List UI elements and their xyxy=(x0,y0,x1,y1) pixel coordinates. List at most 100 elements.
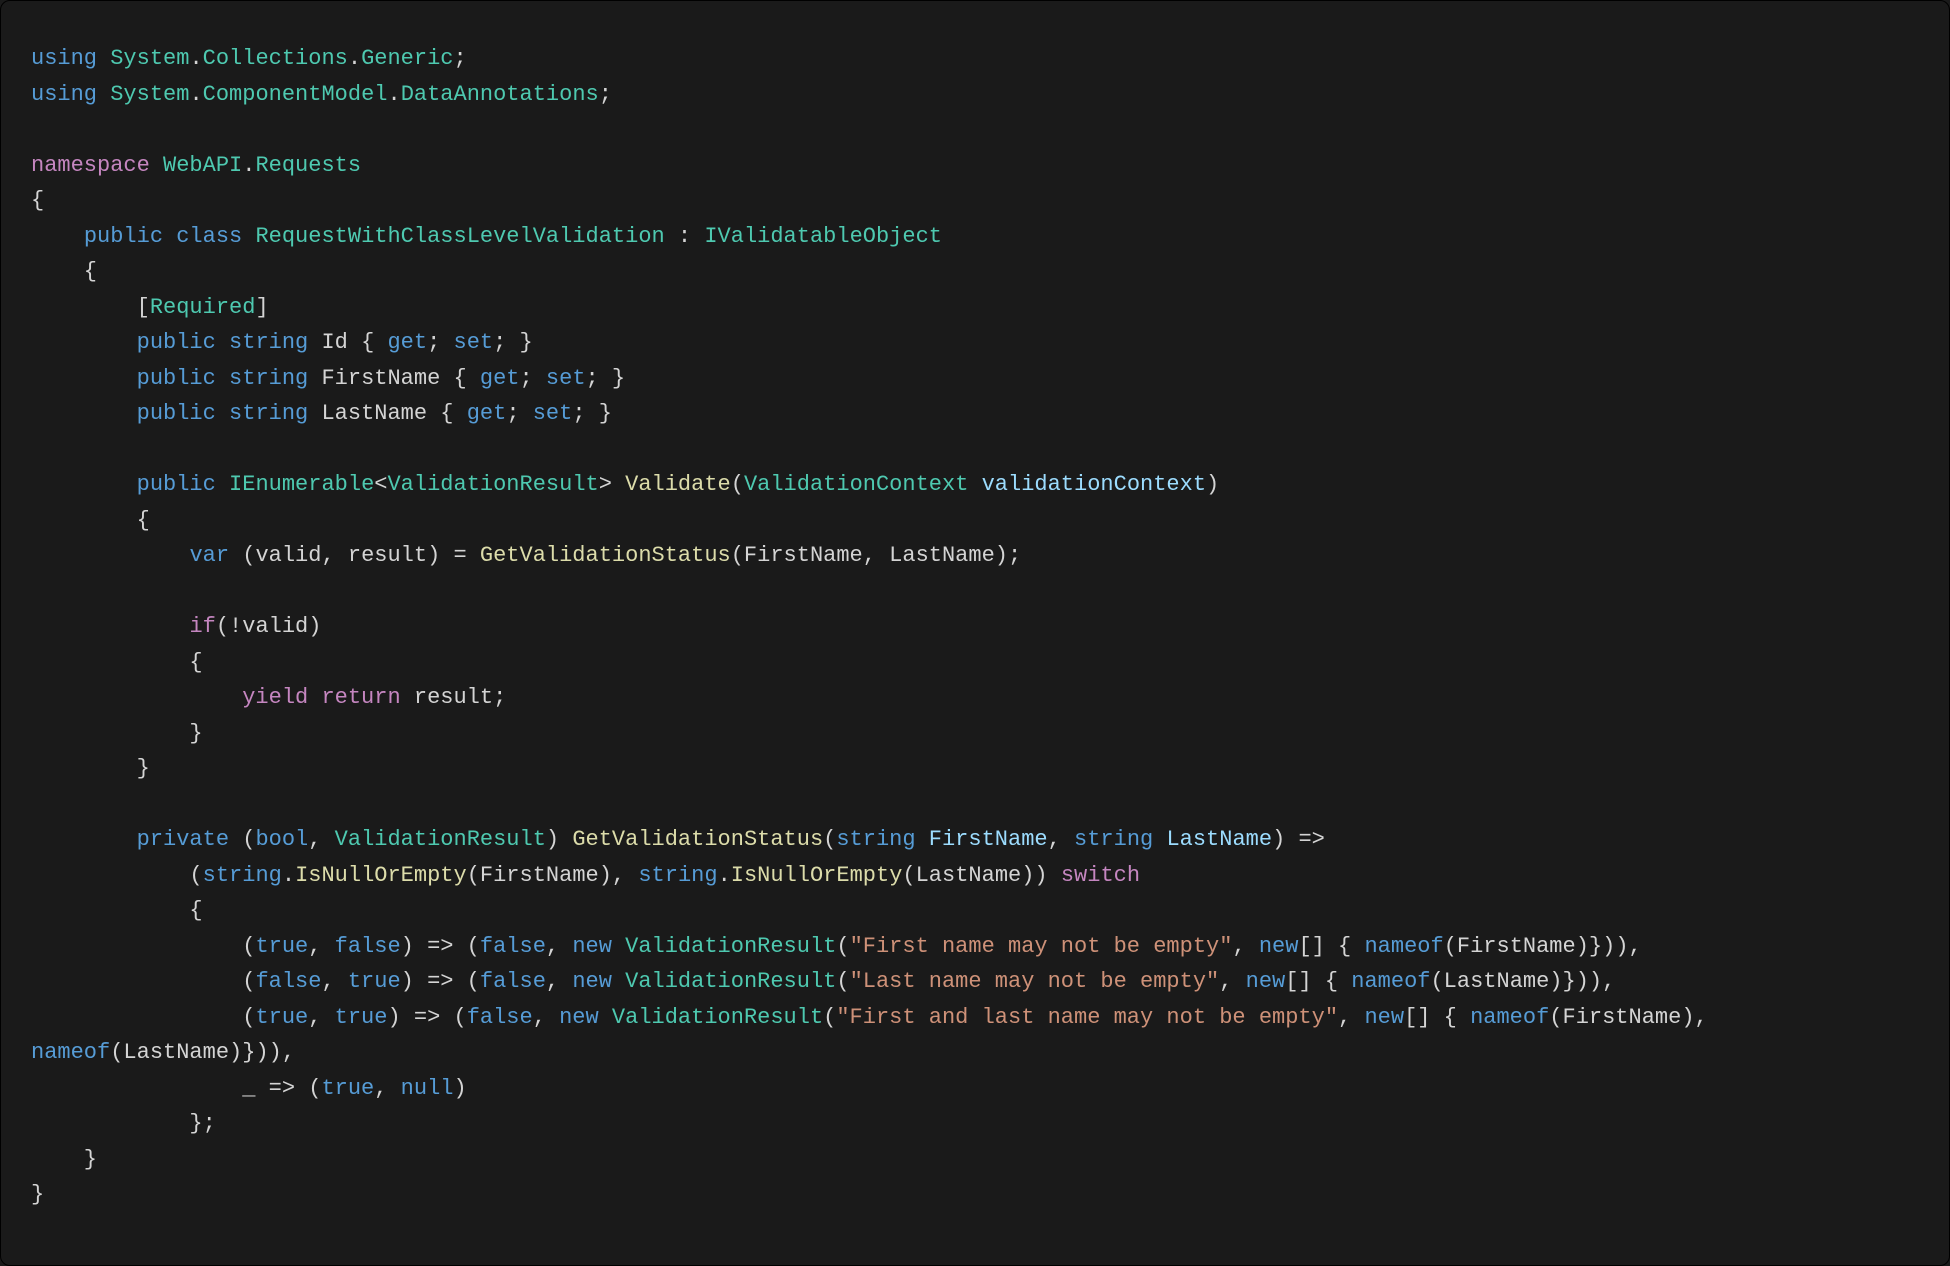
token: ValidationResult xyxy=(625,934,836,959)
token: new xyxy=(559,1005,599,1030)
token xyxy=(31,827,137,852)
token: true xyxy=(321,1076,374,1101)
token: ( xyxy=(31,863,203,888)
token: public xyxy=(84,224,163,249)
token: FirstName xyxy=(929,827,1048,852)
token xyxy=(31,685,242,710)
token: string xyxy=(1074,827,1153,852)
token: } xyxy=(31,1147,97,1172)
token: public xyxy=(137,366,216,391)
token xyxy=(31,330,137,355)
token: true xyxy=(348,969,401,994)
token: . xyxy=(189,46,202,71)
token: { xyxy=(31,188,44,213)
token xyxy=(612,969,625,994)
token: . xyxy=(348,46,361,71)
token: ( xyxy=(823,1005,836,1030)
token: new xyxy=(1259,934,1299,959)
token: , xyxy=(533,1005,559,1030)
token: { xyxy=(427,401,467,426)
token: Id xyxy=(321,330,347,355)
token: } xyxy=(31,756,150,781)
token: false xyxy=(467,1005,533,1030)
token: WebAPI xyxy=(163,153,242,178)
token: [] { xyxy=(1404,1005,1470,1030)
token: { xyxy=(31,508,150,533)
token: string xyxy=(229,401,308,426)
token xyxy=(31,614,189,639)
token: new xyxy=(1246,969,1286,994)
token: true xyxy=(255,934,308,959)
token: (FirstName), xyxy=(467,863,639,888)
token: string xyxy=(229,366,308,391)
token: nameof xyxy=(1364,934,1443,959)
token: (LastName)})), xyxy=(1430,969,1615,994)
token: validationContext xyxy=(982,472,1206,497)
token: } xyxy=(31,1182,44,1207)
token: ) xyxy=(453,1076,466,1101)
token: GetValidationStatus xyxy=(480,543,731,568)
token: yield xyxy=(242,685,308,710)
token: ComponentModel xyxy=(203,82,388,107)
code-panel: using System.Collections.Generic; using … xyxy=(0,0,1950,1266)
token: result; xyxy=(401,685,507,710)
token xyxy=(216,401,229,426)
token: ( xyxy=(31,969,255,994)
token: get xyxy=(467,401,507,426)
token: (FirstName)})), xyxy=(1444,934,1642,959)
token: (FirstName), xyxy=(1549,1005,1721,1030)
token: [] { xyxy=(1285,969,1351,994)
token: . xyxy=(387,82,400,107)
token: , xyxy=(374,1076,400,1101)
token: var xyxy=(189,543,229,568)
token: , xyxy=(308,1005,334,1030)
token: { xyxy=(31,650,203,675)
token: false xyxy=(480,969,546,994)
token: ) => ( xyxy=(401,934,480,959)
token: ) => ( xyxy=(401,969,480,994)
token: ( xyxy=(31,1005,255,1030)
token: ( xyxy=(731,472,744,497)
token: LastName xyxy=(1166,827,1272,852)
token xyxy=(612,934,625,959)
token: } xyxy=(31,721,203,746)
token: FirstName xyxy=(321,366,440,391)
token: }; xyxy=(31,1111,216,1136)
token: , xyxy=(321,969,347,994)
token: ; xyxy=(520,366,546,391)
token: bool xyxy=(255,827,308,852)
token: private xyxy=(137,827,229,852)
token: new xyxy=(1364,1005,1404,1030)
token: , xyxy=(1338,1005,1364,1030)
token: (LastName)) xyxy=(902,863,1060,888)
token: IsNullOrEmpty xyxy=(731,863,903,888)
token: set xyxy=(533,401,573,426)
token: Collections xyxy=(203,46,348,71)
token: IEnumerable xyxy=(229,472,374,497)
token: nameof xyxy=(1351,969,1430,994)
token: IsNullOrEmpty xyxy=(295,863,467,888)
token xyxy=(308,685,321,710)
token xyxy=(242,224,255,249)
token: new xyxy=(572,969,612,994)
token: ; xyxy=(599,82,612,107)
token: ; xyxy=(506,401,532,426)
token xyxy=(599,1005,612,1030)
token xyxy=(31,401,137,426)
token: > xyxy=(599,472,625,497)
token: "First name may not be empty" xyxy=(850,934,1233,959)
token xyxy=(150,153,163,178)
token: Required xyxy=(150,295,256,320)
token xyxy=(31,366,137,391)
token xyxy=(31,224,84,249)
token xyxy=(31,543,189,568)
token: , xyxy=(546,934,572,959)
token: , xyxy=(1219,969,1245,994)
token: string xyxy=(229,330,308,355)
token: Generic xyxy=(361,46,453,71)
token: string xyxy=(638,863,717,888)
token: ( xyxy=(823,827,836,852)
token: System xyxy=(110,82,189,107)
token: new xyxy=(572,934,612,959)
code-block: using System.Collections.Generic; using … xyxy=(31,41,1919,1213)
